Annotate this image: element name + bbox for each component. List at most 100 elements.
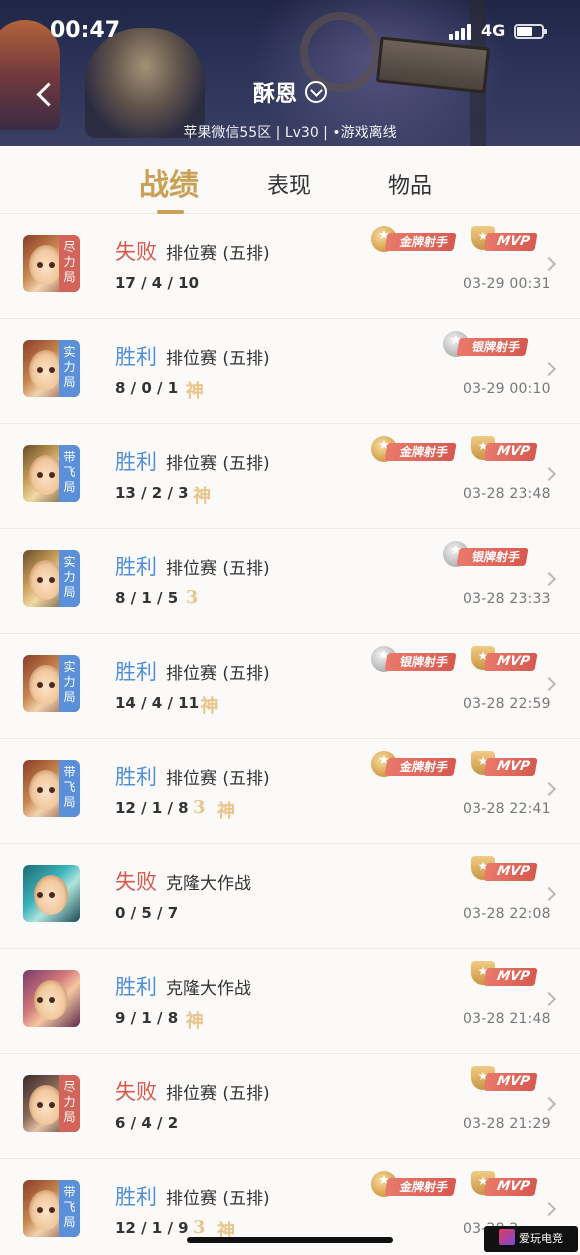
match-mode: 排位赛 (五排) [166,349,270,369]
match-type-badge: 带飞局 [59,760,80,817]
match-kda: 13 / 2 / 3 [115,484,189,502]
hero-avatar: 实力局 [23,550,80,607]
medal-label: 金牌射手 [384,758,457,776]
medal-label: 金牌射手 [384,1178,457,1196]
mvp-label: MVP [483,863,538,881]
match-mode: 排位赛 (五排) [166,454,270,474]
match-kda: 6 / 4 / 2 [115,1114,179,1132]
match-result: 胜利 [115,1185,157,1209]
match-kda: 17 / 4 / 10 [115,274,200,292]
match-result: 胜利 [115,765,157,789]
medal-label: 金牌射手 [384,233,457,251]
mvp-label: MVP [483,758,538,776]
match-mode: 克隆大作战 [166,979,251,999]
match-row[interactable]: 胜利克隆大作战 9 / 1 / 8 神 MVP 03-28 21:48 [0,949,580,1054]
signal-icon [449,24,471,40]
chevron-down-icon[interactable] [305,81,327,103]
mvp-label: MVP [483,233,538,251]
match-mode: 排位赛 (五排) [166,1189,270,1209]
medal-label: 银牌射手 [384,653,457,671]
chevron-right-icon [541,571,557,587]
match-result: 胜利 [115,660,157,684]
match-kda: 8 / 0 / 1 [115,379,179,397]
chevron-right-icon [541,676,557,692]
mvp-label: MVP [483,1073,538,1091]
chevron-right-icon [541,991,557,1007]
hero-avatar: 实力局 [23,340,80,397]
match-result: 胜利 [115,450,157,474]
match-mode: 排位赛 (五排) [166,769,270,789]
match-kda: 9 / 1 / 8 [115,1009,179,1027]
match-row[interactable]: 尽力局 失败排位赛 (五排) 6 / 4 / 2 MVP 03-28 21:29 [0,1054,580,1159]
status-time: 00:47 [50,18,121,43]
match-row[interactable]: 带飞局 胜利排位赛 (五排) 13 / 2 / 3神 MVP 金牌射手 03-28 23:… [0,424,580,529]
watermark: 爱玩电竞 [484,1226,578,1252]
mvp-label: MVP [483,1178,538,1196]
match-row[interactable]: 尽力局 失败排位赛 (五排) 17 / 4 / 10 MVP 金牌射手 03-29 00:… [0,214,580,319]
hero-avatar [23,970,80,1027]
battery-icon [514,24,547,39]
tab-bar: 战绩 表现 物品 [0,146,580,214]
chevron-right-icon [541,361,557,377]
mvp-label: MVP [483,443,538,461]
match-row[interactable]: 失败克隆大作战 0 / 5 / 7 MVP 03-28 22:08 [0,844,580,949]
match-time: 03-28 22:59 [463,696,551,712]
medal-label: 银牌射手 [456,548,529,566]
match-row[interactable]: 实力局 胜利排位赛 (五排) 8 / 0 / 1 神 银牌射手 03-29 00:10 [0,319,580,424]
match-type-badge: 尽力局 [59,1075,80,1132]
match-mode: 排位赛 (五排) [166,1084,270,1104]
chevron-right-icon [541,256,557,272]
hero-avatar: 实力局 [23,655,80,712]
triple-kill-tag: 3 [193,797,206,818]
match-row[interactable]: 带飞局 胜利排位赛 (五排) 12 / 1 / 83神 MVP 金牌射手 03-28 22… [0,739,580,844]
match-row[interactable]: 实力局 胜利排位赛 (五排) 14 / 4 / 11神 MVP 银牌射手 03-28 22… [0,634,580,739]
tab-performance[interactable]: 表现 [267,168,311,200]
match-result: 失败 [115,1080,157,1104]
match-kda: 14 / 4 / 11 [115,694,200,712]
match-time: 03-29 00:10 [463,381,551,397]
player-info: 酥恩 [0,76,580,108]
godlike-tag: 神 [217,801,235,822]
godlike-tag: 神 [185,1011,204,1032]
hero-avatar: 带飞局 [23,1180,80,1237]
triple-kill-tag: 3 [185,587,199,608]
match-kda: 0 / 5 / 7 [115,904,179,922]
watermark-text: 爱玩电竞 [519,1232,563,1245]
hero-avatar [23,865,80,922]
watermark-logo [499,1229,515,1245]
medal-label: 银牌射手 [456,338,529,356]
match-result: 胜利 [115,975,157,999]
godlike-tag: 神 [200,696,219,717]
hero-avatar: 带飞局 [23,445,80,502]
chevron-right-icon [541,1096,557,1112]
mvp-label: MVP [483,968,538,986]
match-time: 03-28 21:48 [463,1011,551,1027]
match-kda: 12 / 1 / 9 [115,1219,189,1237]
triple-kill-tag: 3 [193,1217,206,1238]
hero-avatar: 尽力局 [23,1075,80,1132]
match-time: 03-29 00:31 [463,276,551,292]
match-type-badge: 带飞局 [59,445,80,502]
match-result: 失败 [115,240,157,264]
match-type-badge: 带飞局 [59,1180,80,1237]
profile-header: 00:47 4G 酥恩 苹果微信55区 | Lv30 | •游戏离线 [0,0,580,146]
match-type-badge: 尽力局 [59,235,80,292]
chevron-right-icon [541,466,557,482]
match-time: 03-28 22:41 [463,801,551,817]
tab-items[interactable]: 物品 [388,168,432,200]
match-type-badge: 实力局 [59,655,80,712]
godlike-tag: 神 [185,381,204,402]
mvp-label: MVP [483,653,538,671]
match-kda: 12 / 1 / 8 [115,799,189,817]
match-result: 胜利 [115,555,157,579]
match-mode: 排位赛 (五排) [166,559,270,579]
tab-records[interactable]: 战绩 [139,160,199,204]
match-kda: 8 / 1 / 5 [115,589,179,607]
match-mode: 克隆大作战 [166,874,251,894]
match-type-badge: 实力局 [59,550,80,607]
home-indicator[interactable] [187,1237,393,1243]
match-time: 03-28 21:29 [463,1116,551,1132]
match-type-badge: 实力局 [59,340,80,397]
match-row[interactable]: 实力局 胜利排位赛 (五排) 8 / 1 / 5 3 银牌射手 03-28 23:33 [0,529,580,634]
chevron-right-icon [541,1201,557,1217]
